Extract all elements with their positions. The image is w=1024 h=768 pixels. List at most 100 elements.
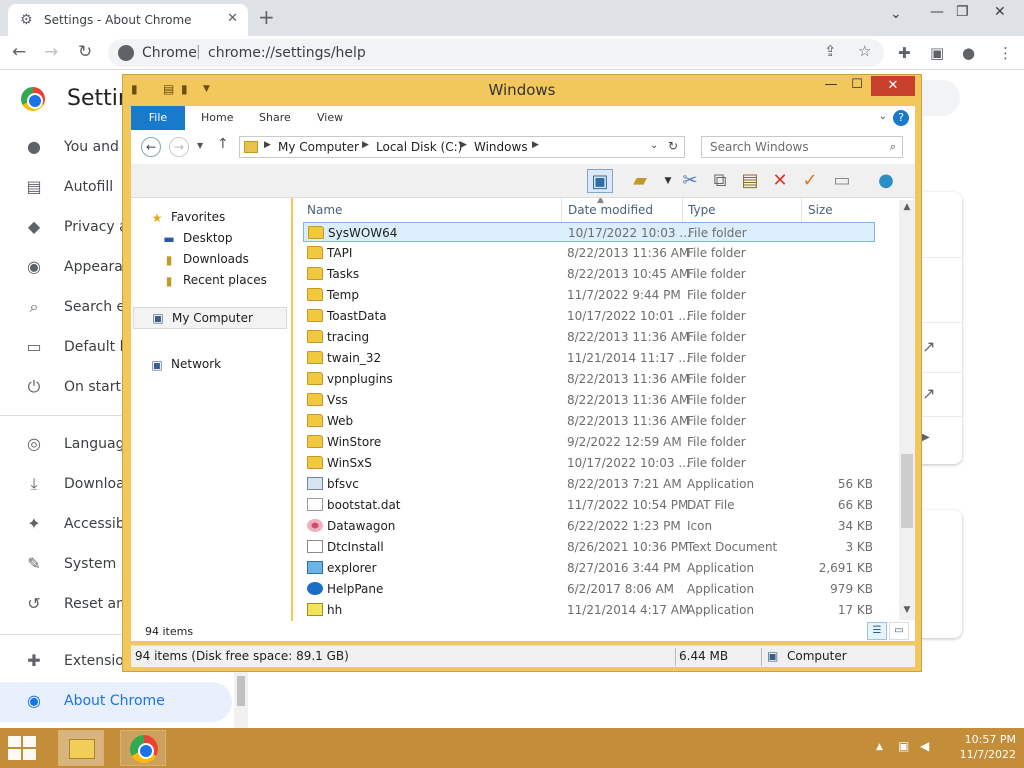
sidebar-item-about-chrome[interactable]: ◉ About Chrome <box>0 682 232 722</box>
column-divider[interactable] <box>801 198 802 222</box>
rename-check-icon[interactable]: ✓ <box>797 169 823 193</box>
menu-kebab-icon[interactable]: ⋮ <box>998 44 1013 62</box>
file-row[interactable]: Temp 11/7/2022 9:44 PM File folder <box>303 285 875 305</box>
breadcrumb-local-disk[interactable]: Local Disk (C:) <box>376 140 462 154</box>
taskbar-file-explorer[interactable] <box>58 730 104 766</box>
forward-button[interactable]: → <box>44 42 58 62</box>
breadcrumb-windows[interactable]: Windows <box>474 140 528 154</box>
new-tab-button[interactable]: + <box>258 5 275 29</box>
help-icon[interactable]: ? <box>893 110 909 126</box>
globe-icon[interactable]: ● <box>873 169 899 193</box>
minimize-button[interactable]: — <box>930 4 944 20</box>
tab-share[interactable]: Share <box>259 111 291 124</box>
back-button[interactable]: ← <box>12 42 26 62</box>
cut-icon[interactable]: ✂ <box>677 169 703 193</box>
column-header-type[interactable]: Type <box>688 203 716 217</box>
minimize-button[interactable]: — <box>819 77 843 97</box>
refresh-icon[interactable]: ↻ <box>668 139 678 153</box>
nav-my-computer[interactable]: ▣ My Computer <box>133 307 287 329</box>
large-icons-view-button[interactable]: ▭ <box>889 622 909 640</box>
file-row[interactable]: WinSxS 10/17/2022 10:03 ... File folder <box>303 453 875 473</box>
tab-home[interactable]: Home <box>201 111 233 124</box>
maximize-button[interactable]: ☐ <box>845 77 869 97</box>
external-link-icon[interactable]: ↗ <box>922 337 935 356</box>
search-input[interactable]: Search Windows ⌕ <box>701 136 903 158</box>
up-arrow-icon[interactable]: ↑ <box>217 136 229 152</box>
sidebar-scrollbar[interactable] <box>234 672 248 728</box>
file-row[interactable]: bootstat.dat 11/7/2022 10:54 PM DAT File 66… <box>303 495 875 515</box>
chevron-right-icon[interactable]: ▶ <box>264 140 271 150</box>
expand-ribbon-icon[interactable]: ⌄ <box>879 111 887 122</box>
file-row[interactable]: hh 11/21/2014 4:17 AM Application 17 KB <box>303 600 875 620</box>
downloads-folder-icon: ▮ <box>165 253 173 267</box>
properties-icon[interactable]: ▭ <box>829 169 855 193</box>
file-row[interactable]: Tasks 8/22/2013 10:45 AM File folder <box>303 264 875 284</box>
paste-icon[interactable]: ▤ <box>737 169 763 193</box>
external-link-icon[interactable]: ↗ <box>922 384 935 403</box>
file-row[interactable]: twain_32 11/21/2014 11:17 ... File folder <box>303 348 875 368</box>
column-header-date[interactable]: Date modified <box>568 203 653 217</box>
taskbar-chrome[interactable] <box>120 730 166 766</box>
details-view-button[interactable]: ☰ <box>867 622 887 640</box>
volume-icon[interactable]: ◀ <box>920 739 929 753</box>
file-row[interactable]: ToastData 10/17/2022 10:01 ... File folder <box>303 306 875 326</box>
file-row[interactable]: Web 8/22/2013 11:36 AM File folder <box>303 411 875 431</box>
address-bar[interactable]: Chrome | chrome://settings/help <box>108 39 884 67</box>
extensions-icon[interactable]: ✚ <box>898 44 911 62</box>
file-row[interactable]: Vss 8/22/2013 11:36 AM File folder <box>303 390 875 410</box>
close-button[interactable]: ✕ <box>871 76 915 96</box>
sidebar-item-label: Autofill <box>64 179 114 195</box>
file-row[interactable]: bfsvc 8/22/2013 7:21 AM Application 56 KB <box>303 474 875 494</box>
column-header-size[interactable]: Size <box>808 203 833 217</box>
chevron-right-icon[interactable]: ▶ <box>532 140 539 150</box>
bookmark-star-icon[interactable]: ☆ <box>858 42 871 60</box>
tab-view[interactable]: View <box>317 111 343 124</box>
restore-button[interactable]: ❐ <box>956 4 969 20</box>
close-window-button[interactable]: ✕ <box>994 4 1006 20</box>
scroll-down-icon[interactable]: ▼ <box>899 605 915 615</box>
column-divider[interactable] <box>561 198 562 222</box>
chevron-right-icon[interactable]: ▶ <box>460 140 467 150</box>
start-button[interactable] <box>8 736 38 760</box>
explorer-title-bar[interactable]: ▮ ▤ ▮ ▼ Windows — ☐ ✕ <box>123 75 921 105</box>
recent-locations-icon[interactable]: ▼ <box>197 141 203 150</box>
file-row[interactable]: WinStore 9/2/2022 12:59 AM File folder <box>303 432 875 452</box>
tab-file[interactable]: File <box>131 106 185 130</box>
preview-pane-icon[interactable]: ▣ <box>587 169 613 193</box>
file-name: bootstat.dat <box>327 498 401 512</box>
chevron-down-icon[interactable]: ⌄ <box>650 140 658 151</box>
chevron-right-icon[interactable]: ▶ <box>922 432 930 443</box>
file-row[interactable]: TAPI 8/22/2013 11:36 AM File folder <box>303 243 875 263</box>
copy-icon[interactable]: ⧉ <box>707 169 733 193</box>
back-button[interactable]: ← <box>141 137 161 157</box>
tab-settings-about-chrome[interactable]: ⚙ Settings - About Chrome ✕ <box>8 4 248 36</box>
forward-button[interactable]: → <box>169 137 189 157</box>
scrollbar-thumb[interactable] <box>901 454 913 528</box>
tab-close-icon[interactable]: ✕ <box>227 11 238 26</box>
file-row[interactable]: DtcInstall 8/26/2021 10:36 PM Text Documen… <box>303 537 875 557</box>
file-row[interactable]: HelpPane 6/2/2017 8:06 AM Application 979 K… <box>303 579 875 599</box>
share-icon[interactable]: ⇪ <box>824 42 837 60</box>
file-row[interactable]: Datawagon 6/22/2022 1:23 PM Icon 34 KB <box>303 516 875 536</box>
file-list-scrollbar[interactable]: ▲ ▼ <box>899 200 915 620</box>
chevron-down-icon[interactable]: ⌄ <box>890 6 902 22</box>
file-row[interactable]: SysWOW64 10/17/2022 10:03 ... File folder <box>303 222 875 242</box>
file-row[interactable]: tracing 8/22/2013 11:36 AM File folder <box>303 327 875 347</box>
column-divider[interactable] <box>682 198 683 222</box>
file-row[interactable]: explorer 8/27/2016 3:44 PM Application 2,69… <box>303 558 875 578</box>
side-panel-icon[interactable]: ▣ <box>930 44 944 62</box>
address-bar[interactable]: ▶ My Computer ▶ Local Disk (C:) ▶ Window… <box>239 136 685 158</box>
file-date: 10/17/2022 10:03 ... <box>567 456 690 470</box>
move-to-folder-icon[interactable]: ▰ <box>627 169 653 193</box>
profile-avatar-icon[interactable]: ● <box>962 44 975 62</box>
file-row[interactable]: vpnplugins 8/22/2013 11:36 AM File folder <box>303 369 875 389</box>
breadcrumb-my-computer[interactable]: My Computer <box>278 140 359 154</box>
network-tray-icon[interactable]: ▣ <box>898 739 909 753</box>
column-header-name[interactable]: Name <box>307 203 342 217</box>
chevron-right-icon[interactable]: ▶ <box>362 140 369 150</box>
reload-button[interactable]: ↻ <box>78 42 92 62</box>
system-clock[interactable]: 10:57 PM 11/7/2022 <box>946 732 1016 762</box>
show-hidden-icons-icon[interactable]: ▲ <box>876 742 883 752</box>
scroll-up-icon[interactable]: ▲ <box>899 202 915 212</box>
delete-icon[interactable]: ✕ <box>767 169 793 193</box>
